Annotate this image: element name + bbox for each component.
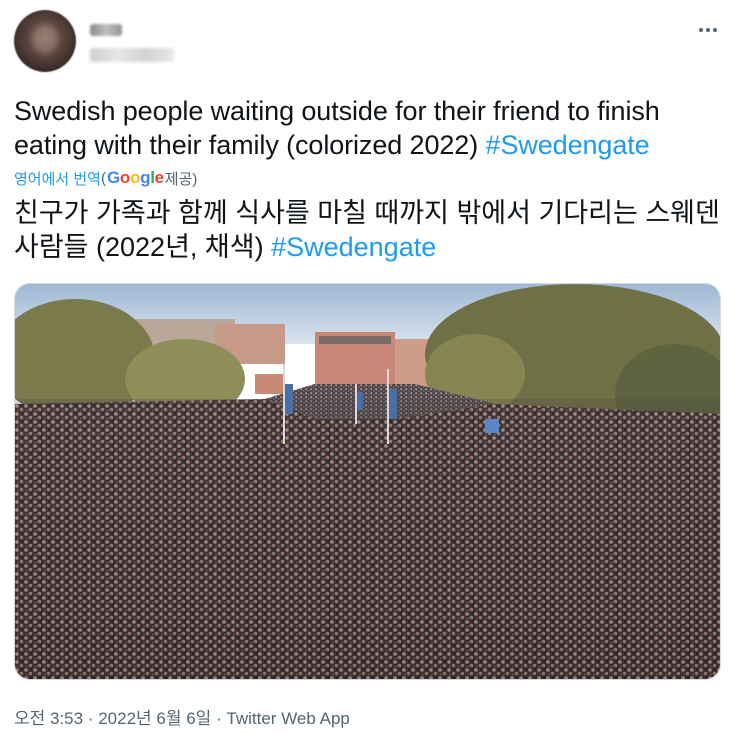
tweet-source[interactable]: Twitter Web App <box>226 709 349 728</box>
google-logo: Google <box>106 168 164 187</box>
avatar[interactable] <box>14 10 76 72</box>
tweet-time[interactable]: 오전 3:53 <box>14 709 83 728</box>
more-icon[interactable] <box>696 20 720 40</box>
tweet-text: Swedish people waiting outside for their… <box>14 94 726 162</box>
more-dot <box>699 28 703 32</box>
provided-by-label: 제공) <box>164 170 198 188</box>
username-blurred[interactable] <box>90 48 174 62</box>
meta-separator: · <box>211 709 227 728</box>
paren-open: ( <box>100 169 106 187</box>
hashtag-link-translated[interactable]: #Swedengate <box>271 232 436 262</box>
hashtag-link[interactable]: #Swedengate <box>486 130 650 160</box>
translation-attribution: 영어에서 번역 ( Google 제공) <box>14 166 197 190</box>
tweet-header <box>14 10 722 74</box>
translated-from-link[interactable]: 영어에서 번역 <box>14 168 101 189</box>
meta-separator: · <box>83 709 99 728</box>
tweet-photo[interactable] <box>14 283 721 680</box>
crowd-photo <box>15 284 720 679</box>
more-dot <box>706 28 710 32</box>
display-name-blurred[interactable] <box>90 24 122 36</box>
tweet-metadata: 오전 3:53 · 2022년 6월 6일 · Twitter Web App <box>14 704 350 729</box>
tweet-date[interactable]: 2022년 6월 6일 <box>98 709 211 728</box>
more-dot <box>713 28 717 32</box>
translated-text: 친구가 가족과 함께 식사를 마칠 때까지 밖에서 기다리는 스웨덴 사람들 (… <box>14 196 726 264</box>
